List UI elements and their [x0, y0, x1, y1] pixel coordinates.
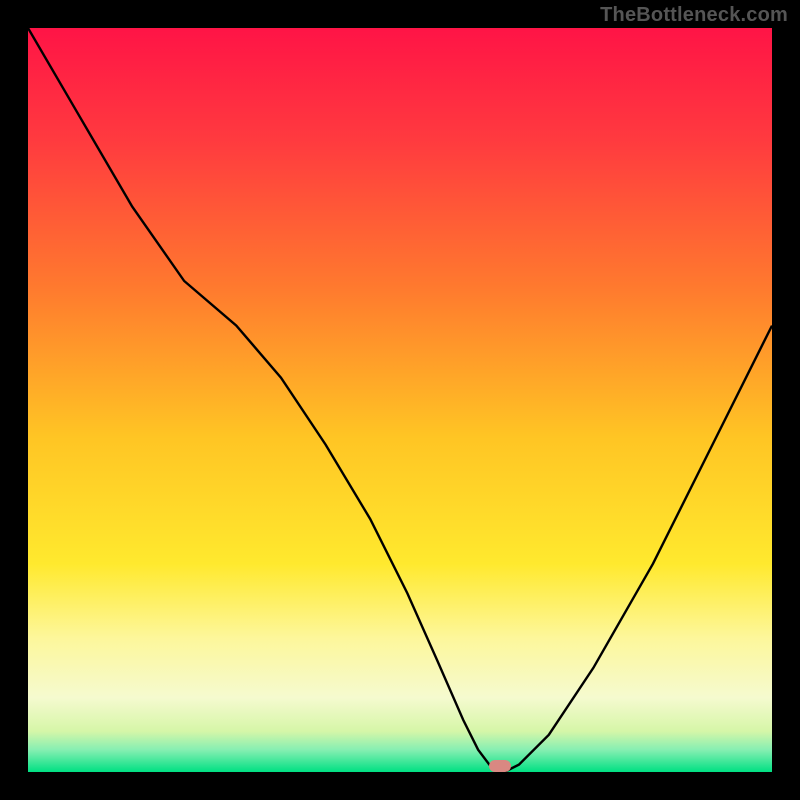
optimal-marker: [489, 760, 511, 772]
watermark-text: TheBottleneck.com: [600, 4, 788, 27]
bottleneck-curve: [28, 28, 772, 772]
plot-area: [28, 28, 772, 772]
chart-frame: TheBottleneck.com: [0, 0, 800, 800]
